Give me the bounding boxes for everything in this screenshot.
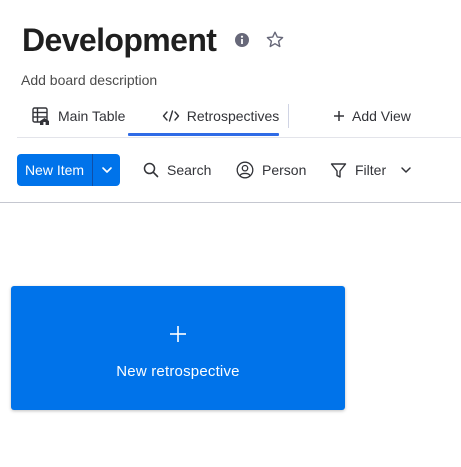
add-view-button[interactable]: Add View (333, 95, 411, 137)
new-retrospective-label: New retrospective (116, 363, 240, 380)
tab-retrospectives-label: Retrospectives (186, 108, 280, 124)
tab-separator (288, 104, 289, 128)
person-filter-button[interactable]: Person (236, 154, 306, 186)
new-retrospective-card[interactable]: New retrospective (11, 286, 345, 410)
tab-main-table-label: Main Table (58, 108, 126, 124)
view-tabs: Main Table Retrospectives Add View (17, 95, 461, 137)
tab-retrospectives[interactable]: Retrospectives (145, 95, 296, 137)
search-label: Search (167, 162, 212, 178)
search-icon (143, 162, 159, 178)
tabs-divider (17, 137, 461, 138)
board-title[interactable]: Development (22, 18, 217, 62)
toolbar-divider (0, 202, 461, 203)
code-icon (162, 109, 180, 123)
table-icon (31, 106, 51, 126)
add-view-label: Add View (352, 108, 411, 124)
active-tab-indicator (128, 133, 279, 136)
plus-icon (333, 110, 345, 122)
filter-icon (330, 162, 347, 179)
chevron-down-icon (101, 161, 113, 179)
board-header: Development (22, 18, 286, 62)
tab-main-table[interactable]: Main Table (31, 95, 125, 137)
chevron-down-icon[interactable] (400, 166, 412, 174)
star-icon[interactable] (264, 29, 286, 51)
board-description[interactable]: Add board description (21, 72, 157, 88)
plus-icon (170, 326, 186, 342)
person-icon (236, 161, 254, 179)
filter-button[interactable]: Filter (330, 154, 412, 186)
filter-label: Filter (355, 162, 387, 178)
person-label: Person (262, 162, 307, 178)
info-icon[interactable] (234, 32, 250, 48)
new-item-split-button: New Item (17, 154, 120, 186)
new-item-dropdown-button[interactable] (93, 154, 120, 186)
search-button[interactable]: Search (143, 154, 211, 186)
new-item-button[interactable]: New Item (17, 154, 92, 186)
